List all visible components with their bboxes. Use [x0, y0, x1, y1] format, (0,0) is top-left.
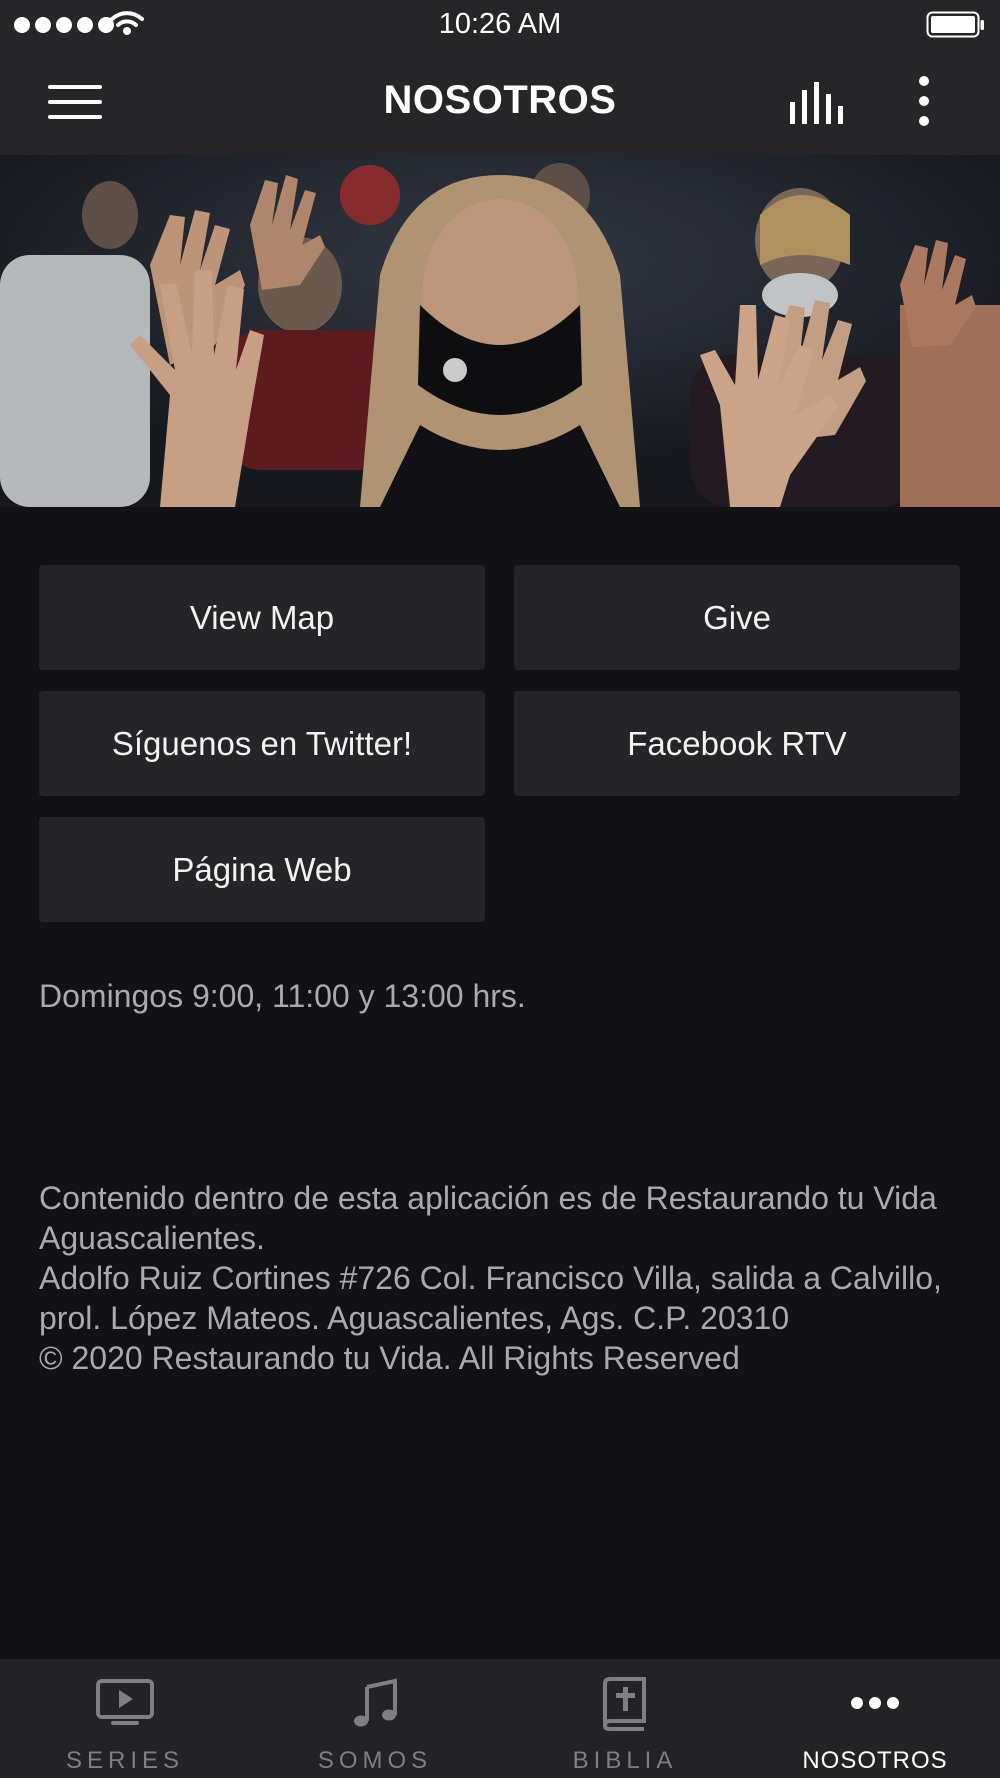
footer-content-notice: Contenido dentro de esta aplicación es d… — [39, 1180, 937, 1256]
navigation-bar: NOSOTROS — [0, 50, 1000, 155]
website-label: Página Web — [172, 850, 352, 888]
footer-copyright: © 2020 Restaurando tu Vida. All Rights R… — [39, 1340, 740, 1376]
hero-image — [0, 155, 1000, 507]
tv-play-icon — [96, 1679, 154, 1725]
tab-somos-label: SOMOS — [317, 1747, 433, 1774]
give-label: Give — [703, 598, 771, 636]
website-button[interactable]: Página Web — [39, 817, 485, 922]
give-button[interactable]: Give — [514, 565, 960, 670]
music-note-icon — [354, 1678, 397, 1727]
footer-address: Adolfo Ruiz Cortines #726 Col. Francisco… — [39, 1260, 942, 1336]
tab-bar: SERIES SOMOS BIBLIA NOSOTROS — [0, 1659, 1000, 1778]
footer-info: Contenido dentro de esta aplicación es d… — [39, 1178, 969, 1378]
twitter-label: Síguenos en Twitter! — [111, 724, 413, 762]
facebook-button[interactable]: Facebook RTV — [514, 691, 960, 796]
tab-nosotros[interactable]: NOSOTROS — [750, 1659, 1000, 1778]
audio-bars-icon[interactable] — [788, 78, 848, 128]
bible-icon — [602, 1677, 646, 1731]
view-map-button[interactable]: View Map — [39, 565, 485, 670]
tab-biblia-label: BIBLIA — [572, 1747, 678, 1774]
tab-series-label: SERIES — [65, 1747, 185, 1774]
status-time: 10:26 AM — [438, 8, 562, 40]
facebook-label: Facebook RTV — [627, 724, 847, 762]
more-options-icon[interactable] — [914, 76, 934, 128]
service-schedule: Domingos 9:00, 11:00 y 13:00 hrs. — [39, 978, 526, 1014]
battery-icon — [926, 11, 984, 38]
screen: 10:26 AM NOSOTROS View Map Give Síguenos… — [0, 0, 1000, 1778]
twitter-button[interactable]: Síguenos en Twitter! — [39, 691, 485, 796]
tab-series[interactable]: SERIES — [0, 1659, 250, 1778]
view-map-label: View Map — [189, 598, 335, 636]
more-dots-icon — [851, 1697, 899, 1709]
tab-biblia[interactable]: BIBLIA — [500, 1659, 750, 1778]
tab-nosotros-label: NOSOTROS — [802, 1747, 948, 1774]
page-title: NOSOTROS — [383, 78, 617, 122]
status-bar: 10:26 AM — [0, 0, 1000, 50]
tab-somos[interactable]: SOMOS — [250, 1659, 500, 1778]
